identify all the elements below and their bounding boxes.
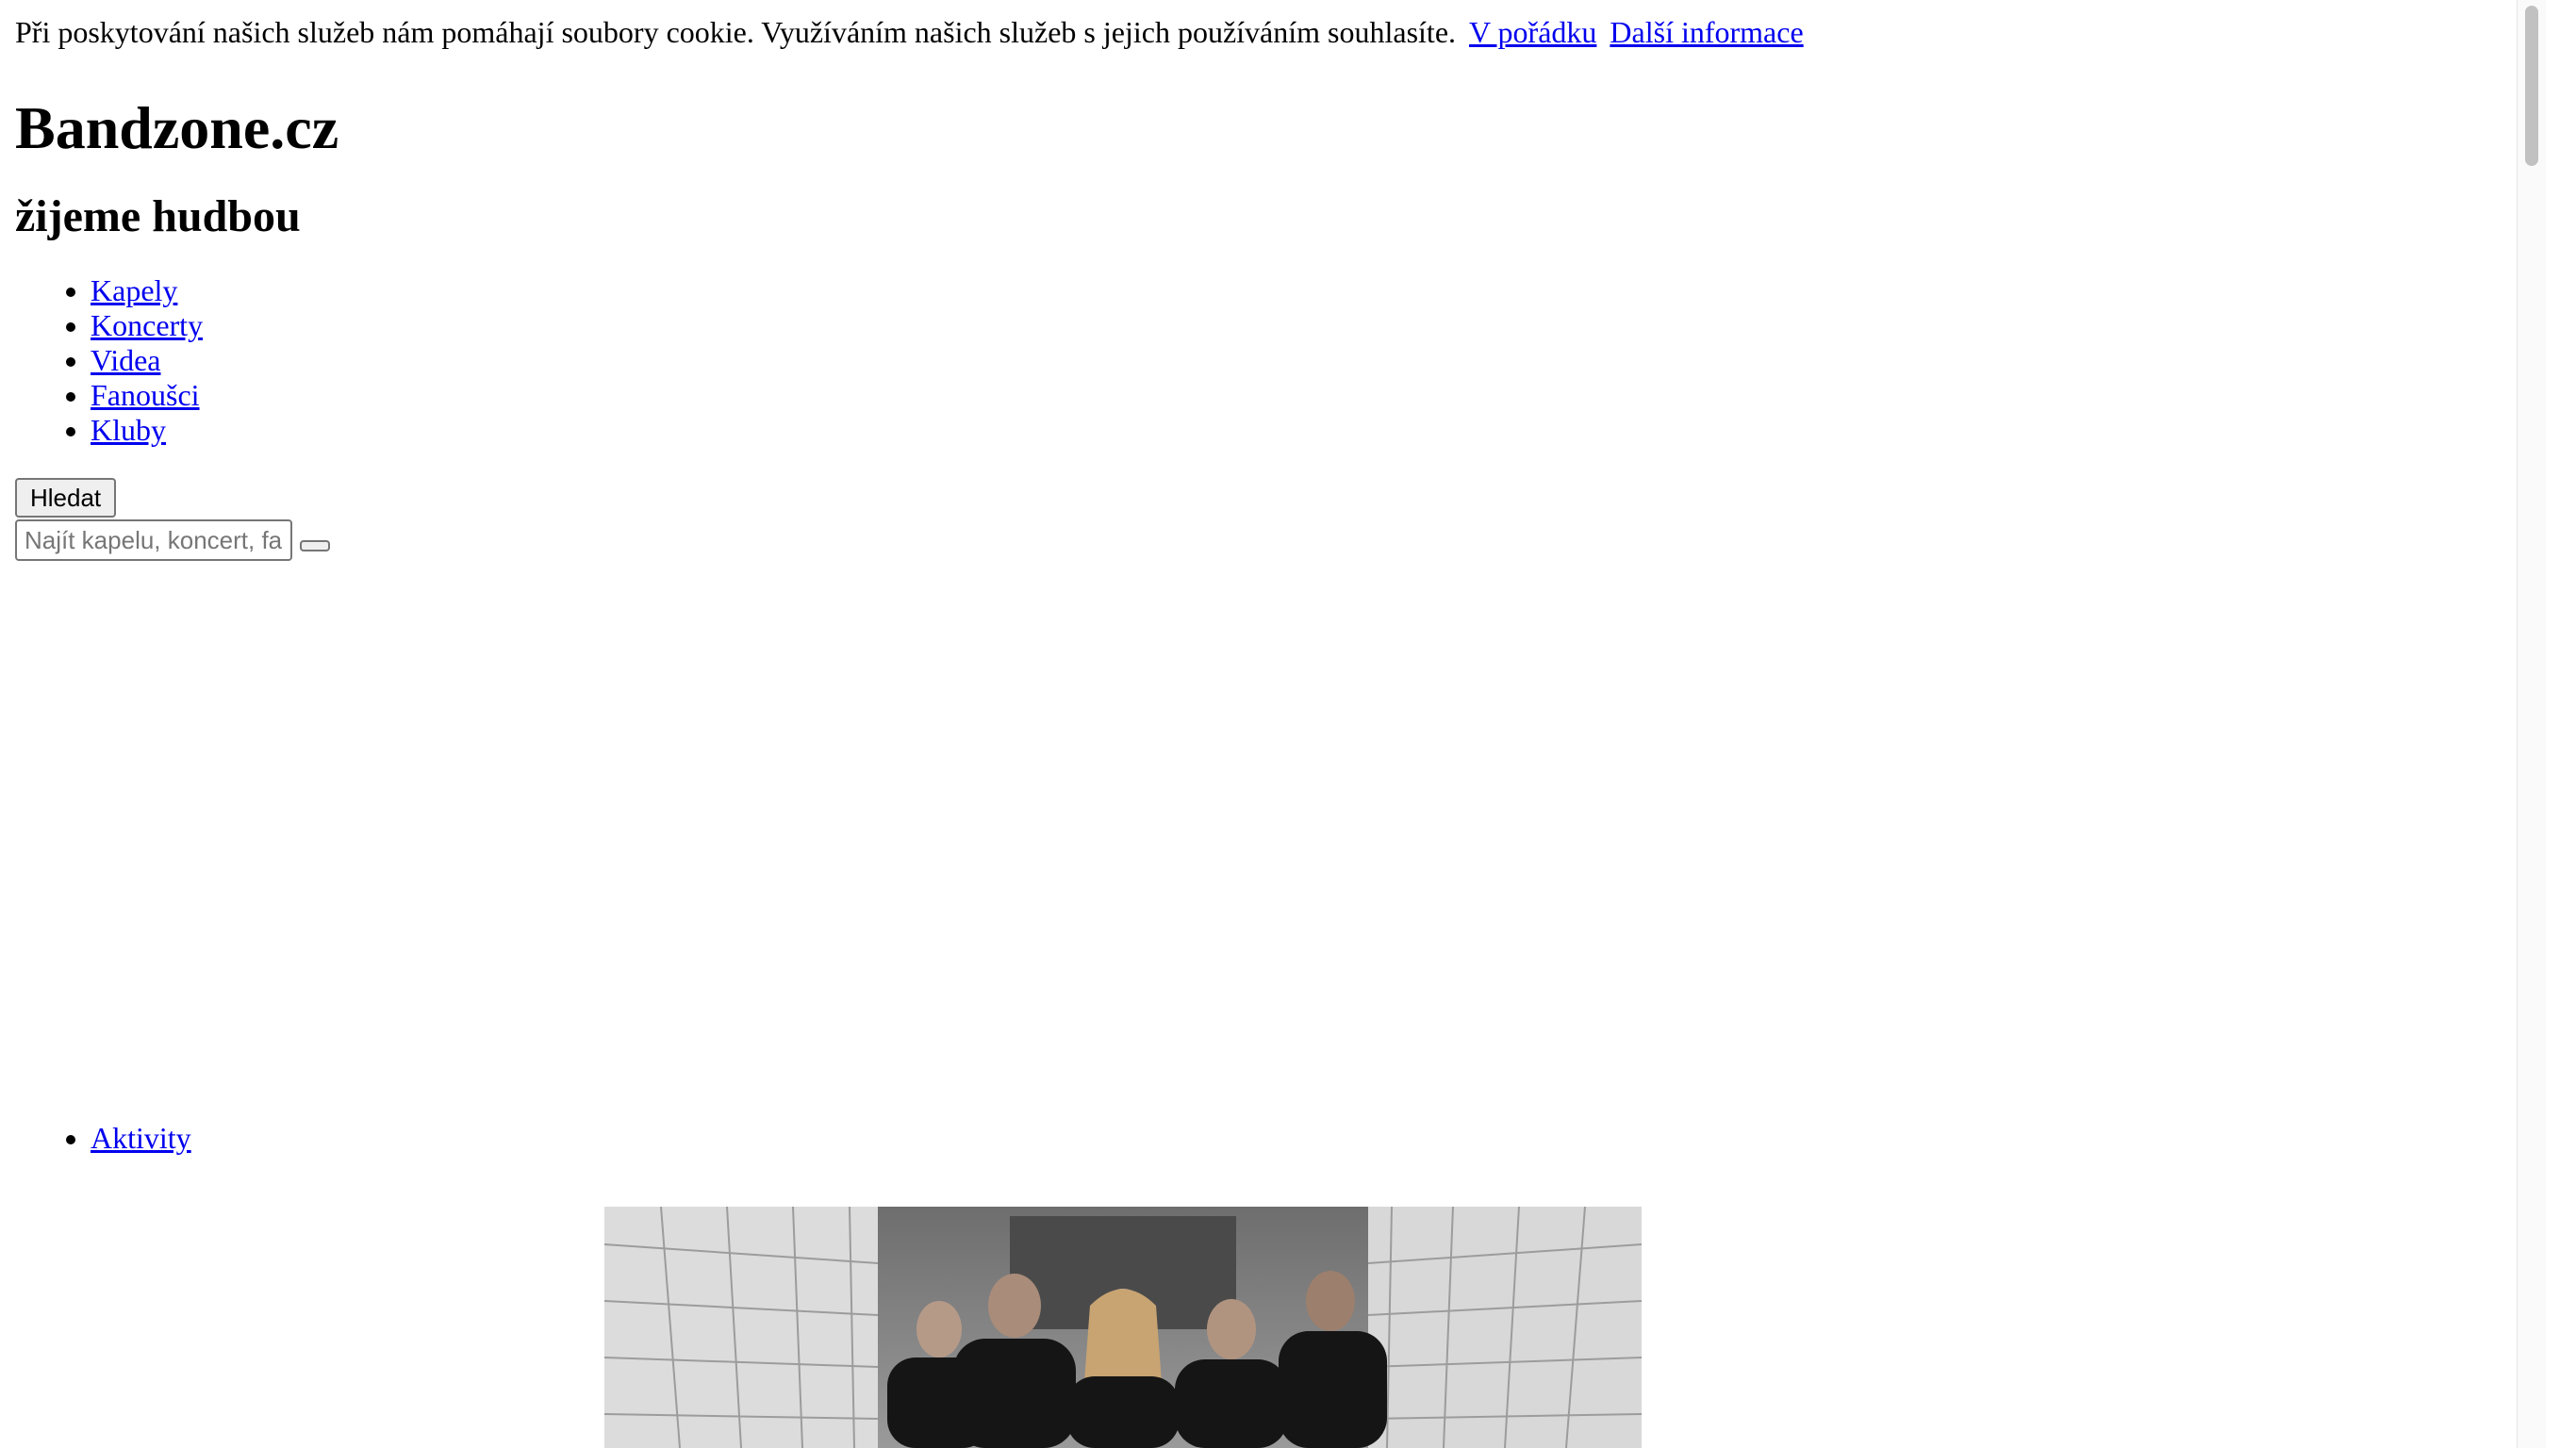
- nav-item-videa: Videa: [91, 343, 2546, 378]
- search-row: [15, 519, 2546, 561]
- cookie-consent-bar: Při poskytování našich služeb nám pomáha…: [15, 0, 2546, 49]
- search-block: Hledat: [15, 478, 2546, 561]
- main-navigation: Kapely Koncerty Videa Fanoušci Kluby: [15, 273, 2546, 448]
- nav-item-kluby: Kluby: [91, 413, 2546, 448]
- search-toggle-button[interactable]: Hledat: [15, 478, 117, 518]
- site-title: Bandzone.cz: [15, 94, 339, 161]
- nav-item-kapely: Kapely: [91, 273, 2546, 308]
- cookie-accept-link[interactable]: V pořádku: [1469, 15, 1596, 49]
- nav-item-koncerty: Koncerty: [91, 308, 2546, 343]
- cookie-consent-text: Při poskytování našich služeb nám pomáha…: [15, 15, 1457, 49]
- cookie-more-info-link[interactable]: Další informace: [1610, 15, 1803, 49]
- nav-link-videa[interactable]: Videa: [91, 343, 160, 377]
- featured-band-photo[interactable]: [604, 1207, 1642, 1448]
- nav-item-fanousci: Fanoušci: [91, 378, 2546, 413]
- tab-item-aktivity: Aktivity: [91, 1121, 2546, 1156]
- vertical-scrollbar[interactable]: [2517, 0, 2546, 1448]
- nav-link-koncerty[interactable]: Koncerty: [91, 308, 203, 342]
- search-submit-button[interactable]: [300, 540, 330, 551]
- nav-link-kapely[interactable]: Kapely: [91, 273, 177, 307]
- nav-link-kluby[interactable]: Kluby: [91, 413, 166, 447]
- ad-placeholder: [15, 561, 2546, 1121]
- site-tagline: žijeme hudbou: [15, 191, 301, 241]
- tab-aktivity[interactable]: Aktivity: [91, 1121, 191, 1155]
- content-tabs: Aktivity: [15, 1121, 2546, 1156]
- search-input[interactable]: [15, 519, 292, 561]
- page: Při poskytování našich služeb nám pomáha…: [0, 0, 2546, 1448]
- scrollbar-thumb[interactable]: [2525, 6, 2538, 166]
- band-photo-image: [604, 1207, 1642, 1448]
- nav-link-fanousci[interactable]: Fanoušci: [91, 378, 200, 412]
